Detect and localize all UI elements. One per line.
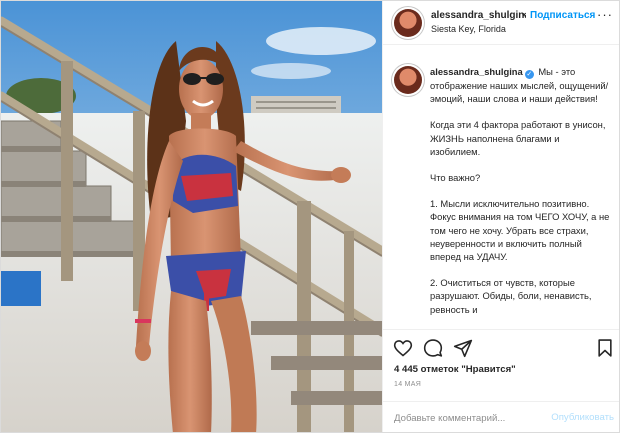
post-side-panel: alessandra_shulgina • Подписаться Siesta… — [382, 1, 619, 432]
post-actions: 4 445 отметок "Нравится" 14 МАЯ Опублико… — [383, 329, 619, 432]
caption-author-avatar[interactable] — [394, 66, 422, 94]
verified-badge-icon: ✓ — [524, 70, 534, 79]
caption-paragraph: 1. Мысли исключительно позитивно. Фокус … — [430, 198, 610, 263]
caption-paragraph: 2. Очиститься от чувств, которые разруша… — [430, 277, 592, 315]
heart-icon[interactable] — [393, 338, 413, 358]
share-icon[interactable] — [453, 338, 473, 358]
post-header: alessandra_shulgina • Подписаться Siesta… — [383, 1, 619, 45]
post-location[interactable]: Siesta Key, Florida — [431, 24, 506, 34]
beach-photo-illustration — [1, 1, 382, 432]
post-date[interactable]: 14 МАЯ — [394, 381, 421, 388]
caption-paragraph: Что важно? — [430, 172, 481, 184]
post-photo[interactable] — [1, 1, 382, 432]
comment-icon[interactable] — [423, 338, 443, 358]
author-avatar[interactable] — [394, 9, 422, 37]
caption-paragraph: Когда эти 4 фактора работают в унисон, Ж… — [430, 119, 606, 157]
publish-button[interactable]: Опубликовать — [551, 412, 614, 423]
author-username[interactable]: alessandra_shulgina — [431, 10, 526, 21]
instagram-post: alessandra_shulgina • Подписаться Siesta… — [0, 0, 620, 433]
follow-button[interactable]: Подписаться — [530, 10, 595, 21]
caption-username[interactable]: alessandra_shulgina — [430, 66, 523, 77]
header-separator: • — [522, 10, 526, 21]
caption-text: alessandra_shulgina ✓ Мы - это отображени… — [430, 65, 612, 316]
bookmark-icon[interactable] — [595, 338, 615, 358]
comment-input[interactable] — [394, 411, 534, 425]
comment-bar: Опубликовать — [383, 401, 619, 432]
more-options-icon[interactable]: ··· — [597, 8, 613, 21]
likes-count[interactable]: 4 445 отметок "Нравится" — [394, 364, 516, 375]
post-caption: alessandra_shulgina ✓ Мы - это отображени… — [383, 46, 619, 329]
